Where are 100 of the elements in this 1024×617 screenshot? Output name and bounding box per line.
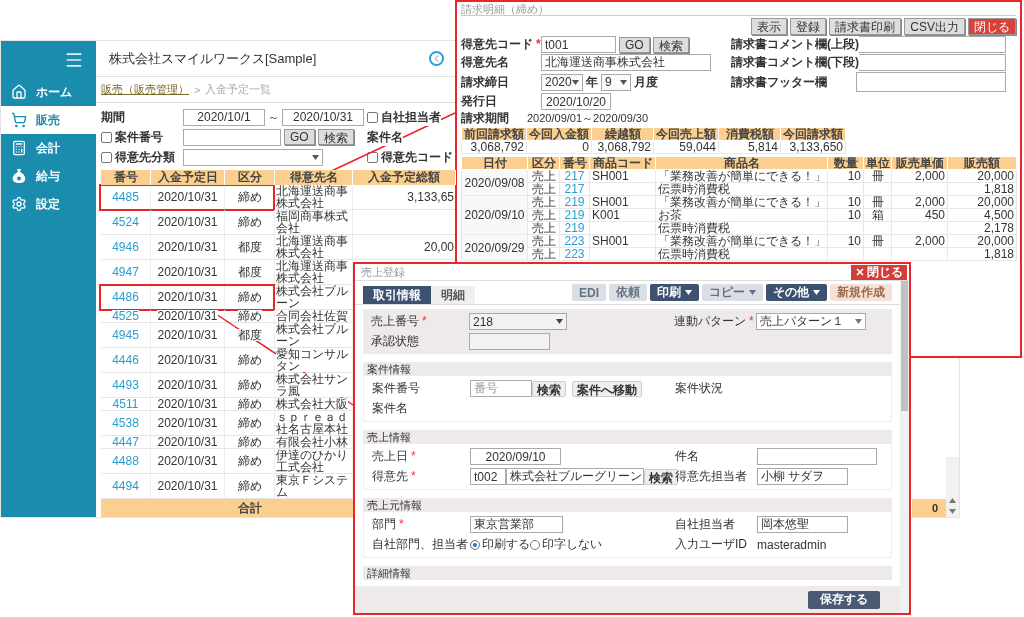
field-label: 件名 xyxy=(675,448,699,465)
toolbar-button[interactable]: 表示 xyxy=(751,18,788,35)
field-label: 入力ユーザID xyxy=(675,536,747,553)
save-button[interactable]: 保存する xyxy=(808,590,880,609)
number-link[interactable]: 4485 xyxy=(101,185,151,210)
number-link[interactable]: 4525 xyxy=(101,310,151,323)
nav-item[interactable]: ホーム xyxy=(1,78,96,106)
caret-icon xyxy=(749,290,756,295)
table-cell: 2020/10/31 xyxy=(151,398,225,411)
number-dropdown[interactable]: 218 xyxy=(469,313,567,330)
project-number-field[interactable]: 番号 xyxy=(470,380,532,397)
table-cell: 2020/10/31 xyxy=(151,310,225,323)
column-header: 販売単価 xyxy=(891,156,948,170)
radio-option[interactable]: 印字しない xyxy=(530,536,602,553)
checkbox[interactable] xyxy=(367,151,378,163)
filter-label: 案件名 xyxy=(367,128,403,146)
table-cell: 締め xyxy=(225,210,275,235)
department-field[interactable]: 東京営業部 xyxy=(470,516,563,533)
table-cell: 締め xyxy=(225,310,275,323)
date-field[interactable]: 2020/10/31 xyxy=(282,108,364,126)
section-header: 売上情報 xyxy=(363,430,892,444)
table-cell: 愛知コンサルタン xyxy=(275,348,353,373)
name-field[interactable]: 北海運送商事株式会社 xyxy=(541,54,711,71)
staff-field[interactable]: 岡本悠聖 xyxy=(757,516,848,533)
radio-button[interactable] xyxy=(530,539,540,550)
search-button[interactable]: 検索 xyxy=(652,36,689,53)
table-cell: 2020/10/31 xyxy=(151,449,225,474)
pattern-dropdown[interactable]: 売上パターン１ xyxy=(756,313,866,330)
radio-option[interactable]: 印刷する xyxy=(470,536,530,553)
comment-field[interactable] xyxy=(856,54,1006,71)
number-link[interactable]: 4524 xyxy=(101,210,151,235)
tab[interactable]: 取引情報 xyxy=(363,286,431,304)
company-title: 株式会社スマイルワークス[Sample] xyxy=(109,49,318,68)
footer-textarea[interactable] xyxy=(856,72,1006,92)
code-field[interactable]: t001 xyxy=(541,36,616,53)
tab[interactable]: 明細 xyxy=(431,286,475,304)
number-link[interactable]: 4447 xyxy=(101,436,151,449)
close-button[interactable]: 閉じる xyxy=(851,264,907,280)
table-cell: 締め xyxy=(225,398,275,411)
comment-field[interactable] xyxy=(856,36,1006,53)
checkbox[interactable] xyxy=(101,151,112,163)
nav-item[interactable]: 給与 xyxy=(1,162,96,190)
range-separator: ～ xyxy=(268,109,279,125)
field-label: 得意先名 xyxy=(461,54,509,71)
year-dropdown[interactable]: 2020 xyxy=(541,73,583,91)
number-link[interactable]: 4493 xyxy=(101,373,151,398)
nav-item[interactable]: 販売 xyxy=(1,106,96,134)
customer-code-field[interactable]: t002 xyxy=(470,468,506,485)
radio-button[interactable] xyxy=(470,539,480,550)
checkbox[interactable] xyxy=(367,111,378,123)
customer-name-field[interactable]: 株式会社ブルーグリーン xyxy=(506,468,644,485)
number-link[interactable]: 4947 xyxy=(101,260,151,285)
number-link[interactable]: 4946 xyxy=(101,235,151,260)
scroll-down-icon[interactable] xyxy=(949,509,956,514)
toolbar-button[interactable]: CSV出力 xyxy=(904,18,965,35)
field-label: 請求書コメント欄(上段) xyxy=(731,36,859,53)
action-button[interactable]: その他 xyxy=(766,284,827,301)
scroll-up-icon[interactable] xyxy=(949,498,956,503)
field-label: 得意先 * xyxy=(372,468,416,485)
number-link[interactable]: 4538 xyxy=(101,411,151,436)
search-button[interactable]: 検索 xyxy=(317,129,354,145)
search-button[interactable]: 検索 xyxy=(532,380,566,397)
number-link[interactable]: 4511 xyxy=(101,398,151,411)
input-field[interactable] xyxy=(183,128,281,146)
scrollbar-thumb[interactable] xyxy=(901,281,908,411)
toolbar-button[interactable]: 閉じる xyxy=(968,18,1016,35)
table-cell: 東京Ｆシステム xyxy=(275,474,353,499)
table-cell: 都度 xyxy=(225,235,275,260)
section-header: 売上元情報 xyxy=(363,498,892,512)
month-dropdown[interactable]: 9 xyxy=(601,73,631,91)
toolbar-button[interactable]: 請求書印刷 xyxy=(829,18,902,35)
go-button[interactable]: GO xyxy=(284,129,315,145)
contact-field[interactable]: 小柳 サダヲ xyxy=(757,468,848,485)
subject-field[interactable] xyxy=(757,448,877,465)
number-link[interactable]: 4488 xyxy=(101,449,151,474)
nav-item[interactable]: 会計 xyxy=(1,134,96,162)
table-cell: 2020/10/31 xyxy=(151,323,225,348)
breadcrumb-link[interactable]: 販売（販売管理） xyxy=(101,82,189,97)
checkbox[interactable] xyxy=(101,131,112,143)
nav-item[interactable]: 設定 xyxy=(1,190,96,218)
collapse-icon[interactable] xyxy=(429,51,444,66)
checkbox-label: 得意先コード xyxy=(381,148,453,166)
date-field[interactable]: 2020/10/1 xyxy=(183,108,265,126)
caret-icon xyxy=(312,154,319,160)
number-link[interactable]: 4446 xyxy=(101,348,151,373)
date-field[interactable]: 2020/10/20 xyxy=(541,93,611,110)
column-header: 日付 xyxy=(461,156,528,170)
caret-icon xyxy=(855,319,862,324)
field-label: 自社担当者 xyxy=(675,516,735,533)
table-cell: 締め xyxy=(225,411,275,436)
action-button[interactable]: 印刷 xyxy=(650,284,699,301)
move-button[interactable]: 案件へ移動 xyxy=(572,380,642,397)
toolbar-button[interactable]: 登録 xyxy=(790,18,827,35)
table-cell: 2020/09/10 xyxy=(461,195,528,235)
breadcrumb-current: 入金予定一覧 xyxy=(205,82,272,97)
number-link[interactable]: 4945 xyxy=(101,323,151,348)
date-field[interactable]: 2020/09/10 xyxy=(470,448,561,465)
dropdown[interactable] xyxy=(183,148,323,166)
field-label: 得意先担当者 xyxy=(675,468,747,485)
go-button[interactable]: GO xyxy=(619,36,650,53)
